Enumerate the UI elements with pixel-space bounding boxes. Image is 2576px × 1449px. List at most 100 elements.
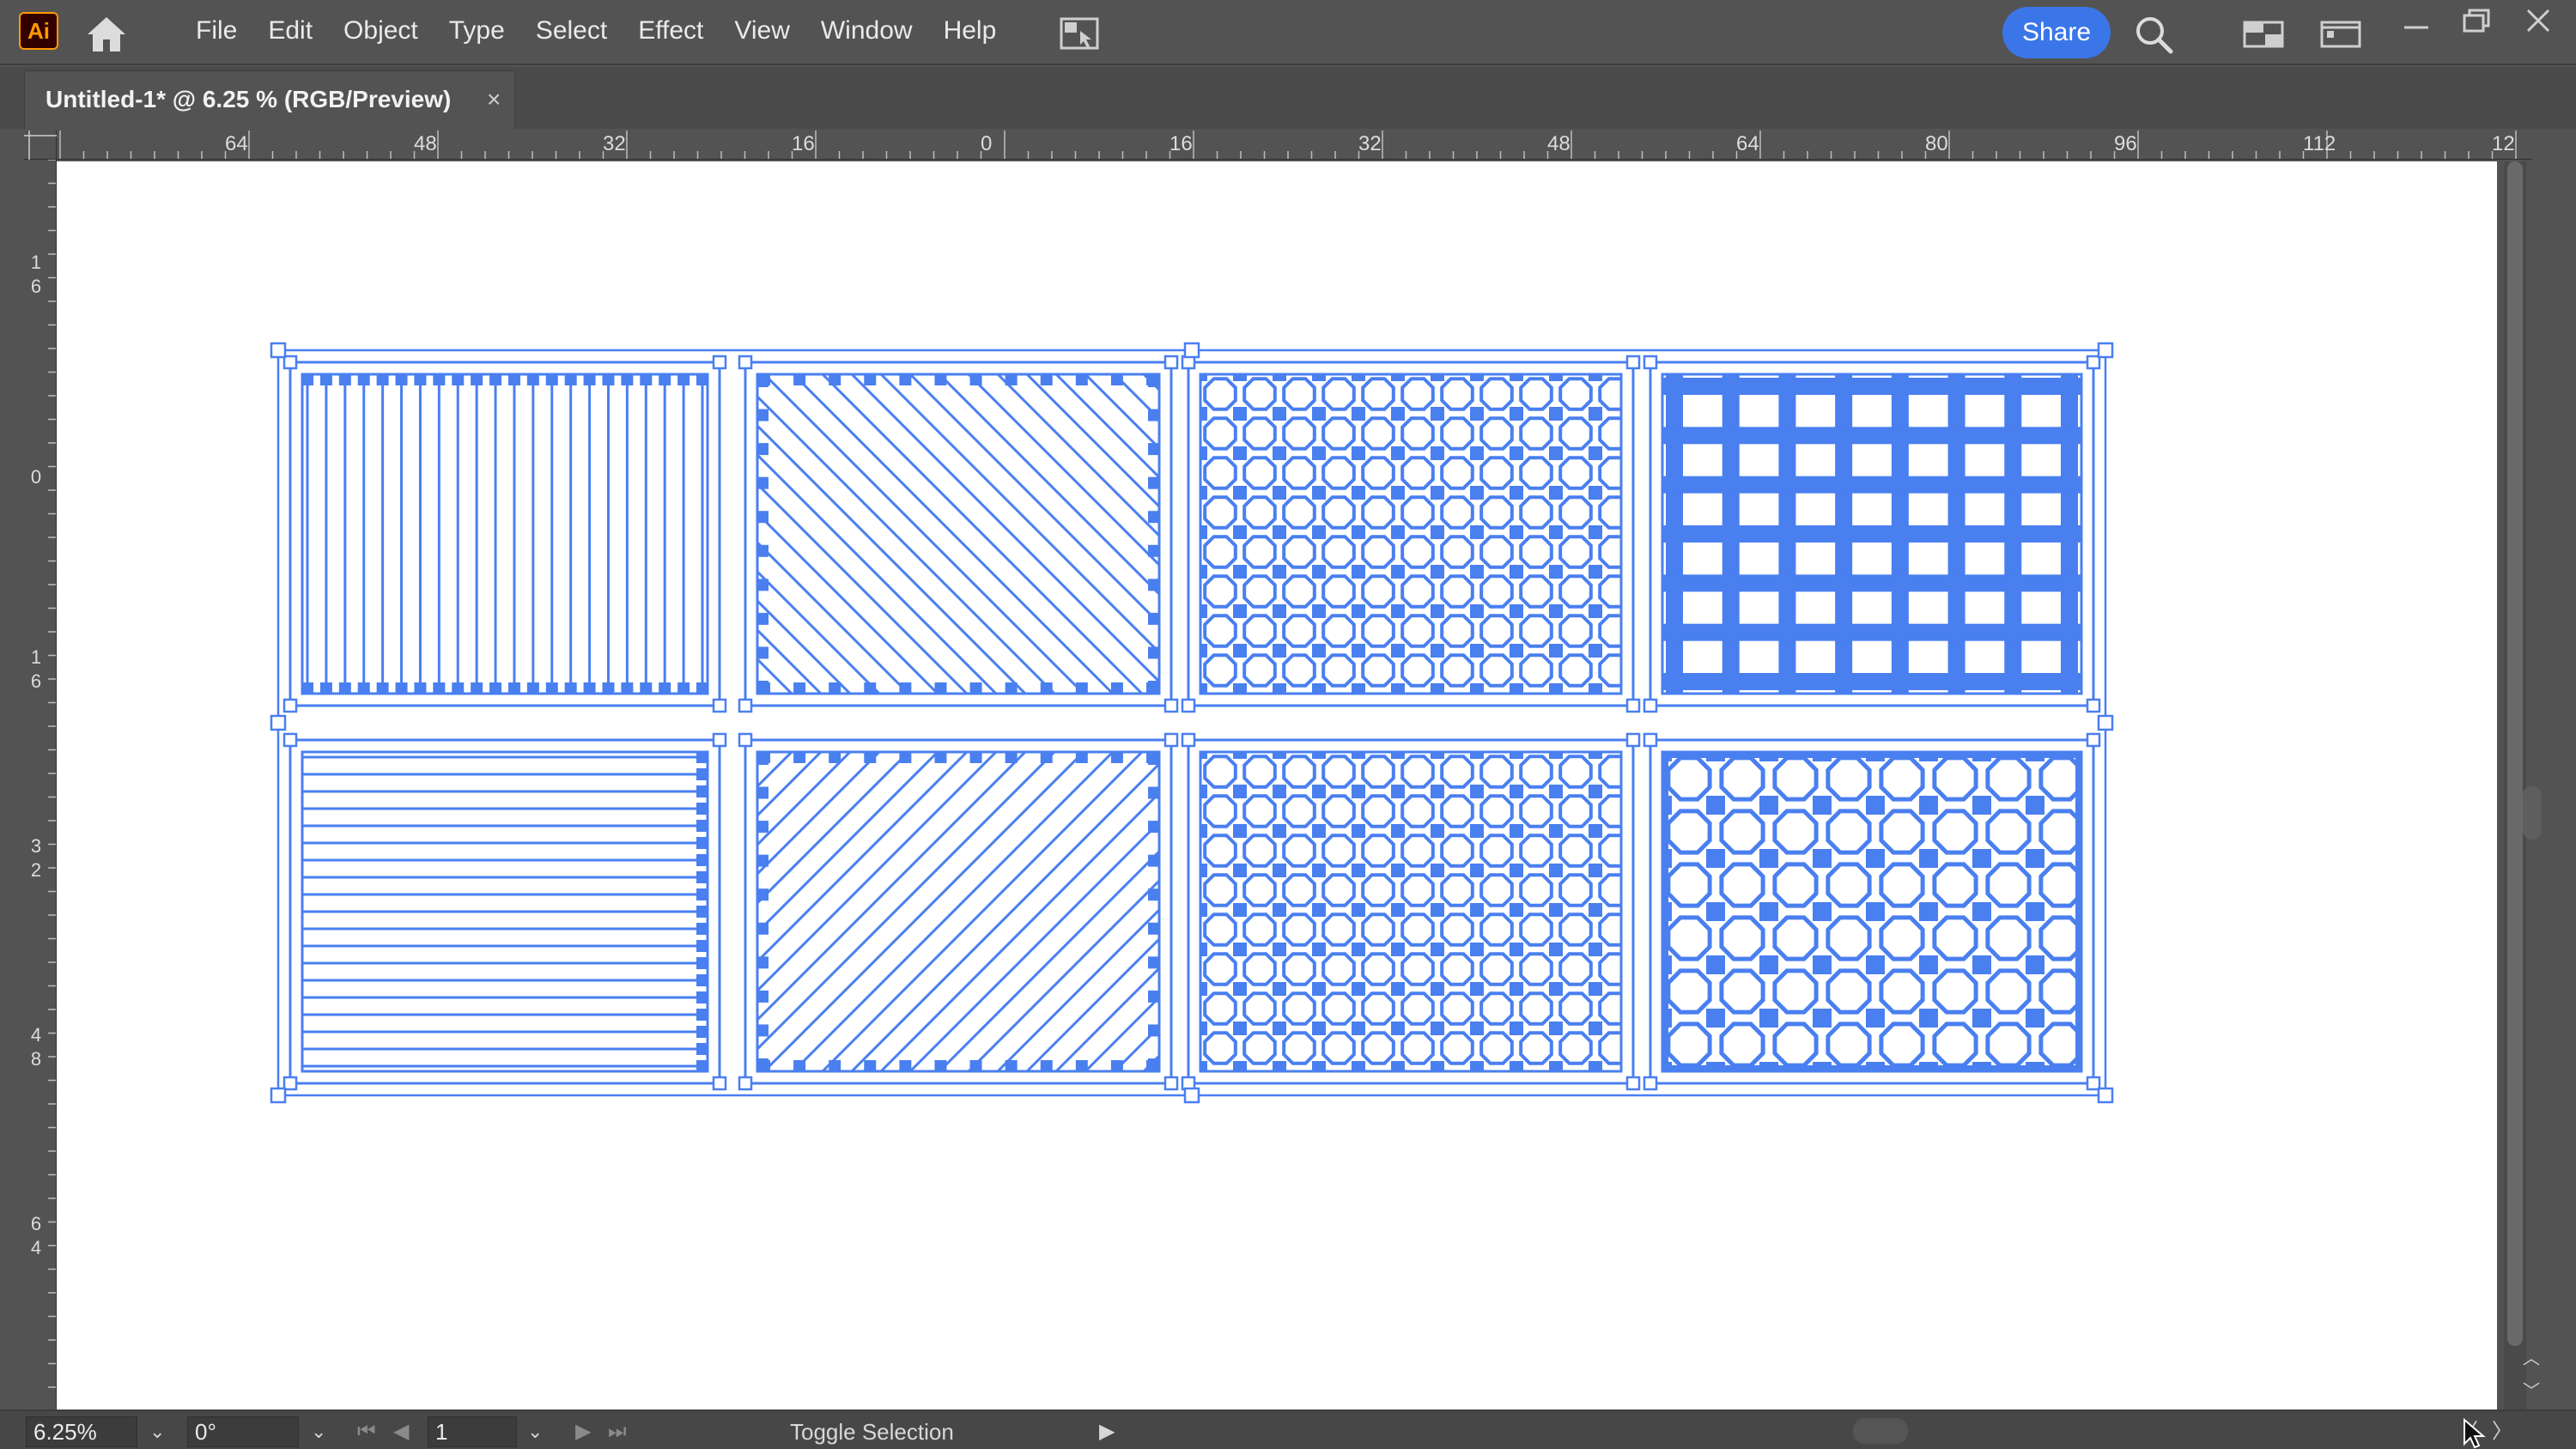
selection-handle[interactable] [2097,1087,2114,1104]
pattern-tile-horizontal-lines[interactable] [283,732,727,1091]
menu-effect[interactable]: Effect [623,0,719,62]
pattern-tile-plaid-grid[interactable] [1643,355,2101,713]
selection-handle[interactable] [1183,1087,1200,1104]
menu-type[interactable]: Type [434,0,520,62]
pattern-octagon [1361,377,1395,411]
pattern-octagon [1598,535,1621,569]
pattern-node [1005,374,1018,385]
share-button[interactable]: Share [2002,7,2111,58]
pattern-node [1352,785,1365,798]
menu-object[interactable]: Object [328,0,434,62]
artboard-dropdown-icon[interactable]: ⌄ [527,1416,543,1447]
menu-file[interactable]: File [180,0,252,62]
pattern-node [1391,903,1405,917]
menu-help[interactable]: Help [928,0,1012,62]
pattern-node [1549,407,1563,421]
pattern-node [1352,565,1365,579]
workspace-switcher-icon [2243,21,2284,48]
selection-handle[interactable] [270,1087,287,1104]
vertical-scroll-thumb[interactable] [2523,786,2542,840]
menu-select[interactable]: Select [520,0,623,62]
zoom-level-field[interactable]: 6.25% [26,1416,137,1447]
pattern-node [1628,864,1642,877]
pattern-node [1706,1115,1725,1134]
panel-button[interactable] [2318,17,2363,52]
next-artboard-icon[interactable]: ▶ [575,1416,591,1447]
selection-handle[interactable] [2097,342,2114,359]
menu-window[interactable]: Window [805,0,928,62]
rotation-dropdown-icon[interactable]: ⌄ [311,1416,326,1447]
pattern-tile-octagon-lattice-dense[interactable] [1181,355,1670,765]
horizontal-scroll-thumb[interactable] [1853,1418,1908,1444]
pattern-node [1706,1009,1725,1028]
minimize-icon [2404,26,2428,29]
pattern-node [1919,902,1938,921]
pattern-octagon [1558,991,1593,1026]
horizontal-ruler[interactable]: 64 48 32 16 0 16 32 48 64 80 96 112 12 [57,130,2531,160]
artboard-number-field[interactable]: 1 [428,1416,517,1447]
pattern-node [1200,903,1207,917]
pattern-node [1233,824,1247,838]
pattern-node [757,854,769,867]
menu-edit[interactable]: Edit [252,0,328,62]
pattern-artwork[interactable] [57,161,2497,1410]
pattern-node [1510,864,1523,877]
scroll-up-button[interactable]: ︿ [2523,1344,2540,1369]
ruler-label: 32 [1358,132,1382,155]
status-menu-arrow-icon[interactable]: ▶ [1099,1416,1115,1447]
pattern-line [757,394,1056,694]
document-tab[interactable]: Untitled-1* @ 6.25 % (RGB/Preview) × [24,70,515,129]
selection-handle[interactable] [270,714,287,731]
tile-pattern [302,752,708,1071]
search-button[interactable] [2131,12,2176,57]
pattern-tile-octagon-lattice-bold[interactable] [1643,732,2136,1172]
pattern-node [1589,723,1602,737]
pattern-tile-octagon-lattice-diagonal[interactable] [1181,732,1670,1143]
vertical-scroll-track[interactable] [2507,161,2523,1346]
close-window-button[interactable] [2519,3,2557,38]
rotation-field[interactable]: 0° [187,1416,299,1447]
last-artboard-icon[interactable]: ⏭ [608,1416,627,1447]
pattern-octagon [1321,912,1356,947]
vertical-scrollbar[interactable] [2504,161,2526,1410]
pattern-octagon [1440,794,1474,828]
pattern-node [640,374,653,385]
previous-artboard-icon[interactable]: ◀ [393,1416,409,1447]
selection-handle[interactable] [1183,342,1200,359]
pattern-octagon [1488,1070,1505,1071]
tile-bounds [289,361,721,707]
pattern-tile-vertical-lines[interactable] [283,355,727,713]
pattern-node [1352,407,1365,421]
minimize-button[interactable] [2397,9,2435,43]
pattern-octagon [1203,873,1237,907]
pattern-node [1148,956,1159,969]
scroll-right-button[interactable]: 〉 [2492,1416,2512,1447]
status-text[interactable]: Toggle Selection [790,1416,954,1447]
arrange-documents-button[interactable] [1058,15,1103,52]
first-artboard-icon[interactable]: ⏮ [357,1416,376,1447]
ruler-origin[interactable] [24,130,57,160]
pattern-node [1200,446,1207,460]
zoom-dropdown-icon[interactable]: ⌄ [149,1416,165,1447]
selection-handle[interactable] [2097,714,2114,731]
pattern-node [1628,943,1642,956]
artboard-canvas[interactable] [57,161,2497,1410]
restore-button[interactable] [2458,3,2495,38]
document-tab-close-button[interactable]: × [487,71,501,128]
pattern-node [757,476,769,489]
vertical-ruler[interactable]: 16 0 16 32 48 64 [24,160,57,1410]
pattern-octagon [1567,693,1584,694]
workspace-switcher-button[interactable] [2241,17,2286,52]
pattern-octagon [1361,1031,1395,1065]
pattern-node [1148,786,1159,799]
pattern-node [1628,745,1642,759]
pattern-octagon [1282,952,1316,986]
scroll-down-button[interactable]: ﹀ [2523,1377,2540,1402]
home-button[interactable] [82,12,131,55]
selection-handle[interactable] [270,342,287,359]
pattern-node [1510,374,1523,381]
menu-view[interactable]: View [719,0,805,62]
pattern-node [1110,374,1123,385]
pattern-octagon [1440,377,1474,411]
pattern-octagon [1519,377,1553,411]
